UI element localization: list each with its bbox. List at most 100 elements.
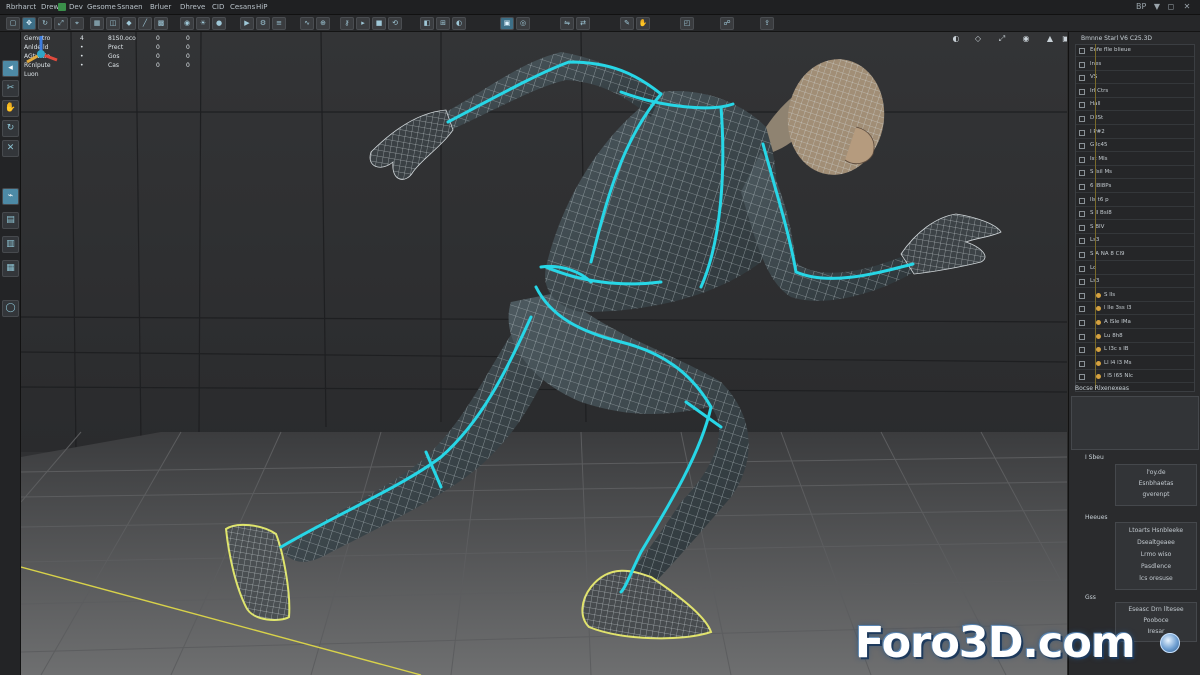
rig-icon[interactable]: ☍ xyxy=(720,17,734,30)
isolate-icon[interactable]: ◎ xyxy=(516,17,530,30)
rotate-icon[interactable]: ↻ xyxy=(38,17,52,30)
scale-icon[interactable]: ⤢ xyxy=(54,17,68,30)
outliner-row[interactable]: G lc45 xyxy=(1076,140,1194,153)
lasso-tool-icon[interactable]: ✂ xyxy=(2,80,19,97)
shaded-icon[interactable]: ◐ xyxy=(452,17,466,30)
shading-icon[interactable]: ◐ xyxy=(951,34,961,44)
menu-item-draw[interactable]: Drew xyxy=(41,0,59,14)
play-icon[interactable]: ▸ xyxy=(356,17,370,30)
visibility-checkbox[interactable] xyxy=(1079,156,1085,163)
visibility-checkbox[interactable] xyxy=(1079,48,1085,54)
panel-tool-icon[interactable]: ▤ xyxy=(2,212,19,229)
visibility-checkbox[interactable] xyxy=(1079,88,1085,95)
outliner-row[interactable]: Eefe flle blieue xyxy=(1076,45,1194,57)
outliner-row[interactable]: l l5 l65 Nlc xyxy=(1076,371,1194,384)
menu-item-driver[interactable]: Brluer xyxy=(150,0,171,14)
visibility-checkbox[interactable] xyxy=(1079,252,1085,258)
menu-item-canvas[interactable]: Cesans xyxy=(230,0,255,14)
visibility-checkbox[interactable] xyxy=(1079,292,1085,299)
outliner-row[interactable]: Ls3 xyxy=(1076,276,1194,289)
minimize-icon[interactable]: ▼ xyxy=(1152,2,1162,11)
menu-item-drive[interactable]: Dhreve xyxy=(180,0,205,14)
rotate-tool-icon[interactable]: ↻ xyxy=(2,120,19,137)
menu-item-file[interactable]: Rbrharct xyxy=(6,0,36,14)
outliner-row[interactable]: Ist Mls xyxy=(1076,154,1194,166)
outliner-row[interactable]: A lSle lMa xyxy=(1076,317,1194,329)
outliner-row[interactable]: Lu 8h8 xyxy=(1076,331,1194,343)
view-icon[interactable]: ◧ xyxy=(420,17,434,30)
light-toggle-icon[interactable]: ▲ xyxy=(1045,34,1055,44)
visibility-checkbox[interactable] xyxy=(1079,61,1085,68)
outliner-row[interactable]: S ll Bsl8 xyxy=(1076,208,1194,221)
visibility-checkbox[interactable] xyxy=(1079,306,1085,313)
move-tool-icon[interactable]: ✋ xyxy=(2,100,19,117)
camera-toggle-icon[interactable]: ▣ xyxy=(1061,34,1067,44)
property-panel[interactable]: l'oy.de Esnbhaetas gverenpt xyxy=(1115,464,1197,506)
light-icon[interactable]: ☀ xyxy=(196,17,210,30)
menu-item-shader[interactable]: Ssnaen xyxy=(117,0,143,14)
scene-outliner[interactable]: Eefe flle blieue lnes VS Irl Ctrs Hall D lSt I… xyxy=(1075,44,1195,392)
sphere-tool-icon[interactable]: ◯ xyxy=(2,300,19,317)
menu-item-cid[interactable]: CID xyxy=(212,0,224,14)
visibility-checkbox[interactable] xyxy=(1079,279,1085,286)
outliner-row[interactable]: D lSt xyxy=(1076,113,1194,125)
visibility-checkbox[interactable] xyxy=(1079,333,1085,340)
outliner-row[interactable]: I P#2 xyxy=(1076,127,1194,139)
window-layout-label[interactable]: BP xyxy=(1136,2,1146,11)
visibility-checkbox[interactable] xyxy=(1079,102,1085,109)
menu-item-dev[interactable]: Dev xyxy=(69,0,83,14)
visibility-icon[interactable]: ◉ xyxy=(1021,34,1031,44)
grid-icon[interactable]: ▦ xyxy=(90,17,104,30)
edit-tool-icon[interactable]: ⌁ xyxy=(2,188,19,205)
visibility-checkbox[interactable] xyxy=(1079,129,1085,136)
camera-icon[interactable]: ◉ xyxy=(180,17,194,30)
material-icon[interactable]: ● xyxy=(212,17,226,30)
uv-icon[interactable]: ◰ xyxy=(680,17,694,30)
select-icon[interactable]: ▢ xyxy=(6,17,20,30)
move-icon[interactable]: ✥ xyxy=(22,17,36,30)
visibility-checkbox[interactable] xyxy=(1079,265,1085,272)
outliner-row[interactable]: lls t6 p xyxy=(1076,195,1194,207)
visibility-checkbox[interactable] xyxy=(1079,143,1085,150)
grid-tool-icon[interactable]: ▦ xyxy=(2,260,19,277)
property-panel[interactable]: Ltoarts Hsnbleeke Dsealtgeaee Lrmo wiso … xyxy=(1115,522,1197,590)
maximize-icon[interactable]: ◻ xyxy=(1166,2,1176,11)
outliner-row[interactable]: S lsil Ms xyxy=(1076,167,1194,180)
face-icon[interactable]: ▩ xyxy=(154,17,168,30)
outliner-row[interactable]: S BIV xyxy=(1076,222,1194,234)
outliner-row[interactable]: S A NA 8 Cl9 xyxy=(1076,249,1194,261)
loop-icon[interactable]: ⟲ xyxy=(388,17,402,30)
layer-tool-icon[interactable]: ▥ xyxy=(2,236,19,253)
vertex-icon[interactable]: ◆ xyxy=(122,17,136,30)
visibility-checkbox[interactable] xyxy=(1079,224,1085,231)
visibility-checkbox[interactable] xyxy=(1079,116,1085,122)
navigation-gizmo[interactable] xyxy=(21,32,61,72)
visibility-checkbox[interactable] xyxy=(1079,320,1085,326)
visibility-checkbox[interactable] xyxy=(1079,170,1085,177)
visibility-checkbox[interactable] xyxy=(1079,184,1085,190)
paint-icon[interactable]: ✎ xyxy=(620,17,634,30)
outliner-row[interactable]: Hall xyxy=(1076,99,1194,112)
visibility-checkbox[interactable] xyxy=(1079,211,1085,218)
wireframe-icon[interactable]: ◇ xyxy=(973,34,983,44)
outliner-row[interactable]: 6 l8l8Ps xyxy=(1076,181,1194,193)
menu-item-geometry[interactable]: Gesome xyxy=(87,0,116,14)
visibility-checkbox[interactable] xyxy=(1079,374,1085,381)
scale-tool-icon[interactable]: ✕ xyxy=(2,140,19,157)
mirror-icon[interactable]: ⇄ xyxy=(576,17,590,30)
outliner-row[interactable]: lnes xyxy=(1076,59,1194,71)
visibility-checkbox[interactable] xyxy=(1079,360,1085,367)
snapshot-icon[interactable]: ▣ xyxy=(500,17,514,30)
outliner-row[interactable]: Ll l4 l3 Ms xyxy=(1076,358,1194,370)
axis-icon[interactable]: ⊕ xyxy=(316,17,330,30)
sculpt-icon[interactable]: ✋ xyxy=(636,17,650,30)
outliner-row[interactable]: VS xyxy=(1076,72,1194,85)
key-icon[interactable]: ⚷ xyxy=(340,17,354,30)
wire-icon[interactable]: ⊞ xyxy=(436,17,450,30)
expand-icon[interactable]: ⤢ xyxy=(997,34,1007,44)
snap-icon[interactable]: ⌖ xyxy=(70,17,84,30)
outliner-row[interactable]: l lle 3ss l3 xyxy=(1076,303,1194,316)
symmetry-icon[interactable]: ⇋ xyxy=(560,17,574,30)
select-tool-icon[interactable]: ◂ xyxy=(2,60,19,77)
curve-icon[interactable]: ∿ xyxy=(300,17,314,30)
